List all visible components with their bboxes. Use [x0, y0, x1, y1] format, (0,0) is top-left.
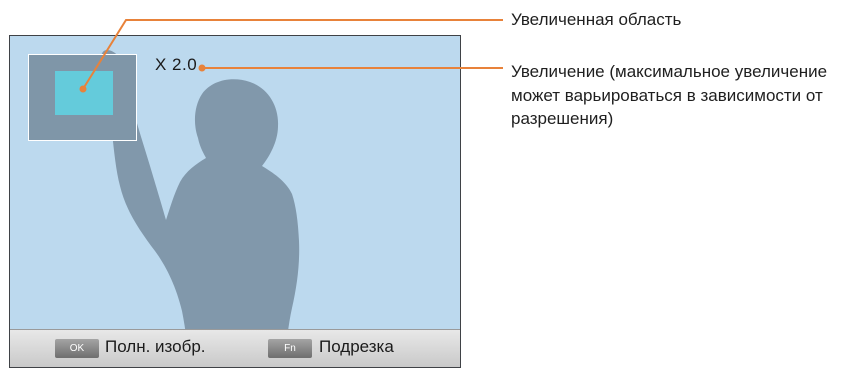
zoom-area-dot	[79, 85, 87, 93]
zoom-area-leader	[82, 19, 503, 90]
zoom-area-label: Увеличенная область	[511, 10, 682, 29]
callout-lines	[79, 19, 503, 93]
zoom-level-dot	[198, 64, 206, 72]
zoom-level-label: Увеличение (максимальное увеличение може…	[511, 62, 828, 128]
